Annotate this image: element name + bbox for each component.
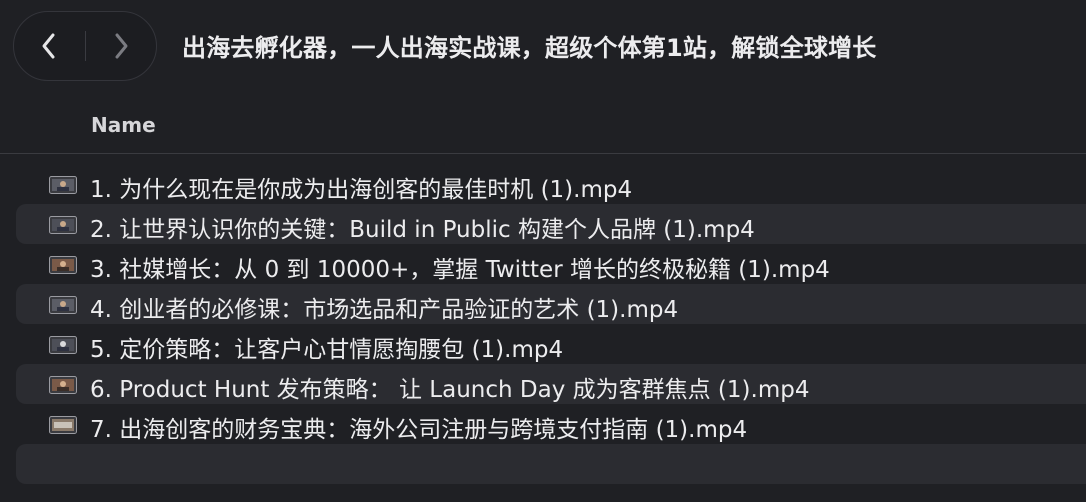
file-row[interactable]: 6. Product Hunt 发布策略： 让 Launch Day 成为客群焦… bbox=[16, 364, 1086, 404]
file-list: 1. 为什么现在是你成为出海创客的最佳时机 (1).mp4 2. 让世界认识你的… bbox=[16, 164, 1086, 484]
video-file-icon bbox=[49, 176, 77, 194]
finder-window: 出海去孵化器，一人出海实战课，超级个体第1站，解锁全球增长 Name 1. 为什… bbox=[0, 0, 1086, 502]
file-name: 4. 创业者的必修课：市场选品和产品验证的艺术 (1).mp4 bbox=[90, 297, 679, 323]
back-button[interactable] bbox=[14, 12, 85, 80]
navigation-buttons bbox=[13, 11, 157, 81]
file-row[interactable]: 5. 定价策略：让客户心甘情愿掏腰包 (1).mp4 bbox=[16, 324, 1086, 364]
window-title: 出海去孵化器，一人出海实战课，超级个体第1站，解锁全球增长 bbox=[182, 34, 877, 62]
video-file-icon bbox=[49, 216, 77, 234]
file-name: 6. Product Hunt 发布策略： 让 Launch Day 成为客群焦… bbox=[90, 377, 810, 403]
file-row[interactable]: 2. 让世界认识你的关键：Build in Public 构建个人品牌 (1).… bbox=[16, 204, 1086, 244]
chevron-left-icon bbox=[42, 33, 55, 59]
video-file-icon bbox=[49, 296, 77, 314]
file-name: 1. 为什么现在是你成为出海创客的最佳时机 (1).mp4 bbox=[90, 177, 633, 203]
file-row[interactable]: 7. 出海创客的财务宝典：海外公司注册与跨境支付指南 (1).mp4 bbox=[16, 404, 1086, 444]
video-file-icon bbox=[49, 336, 77, 354]
file-name: 7. 出海创客的财务宝典：海外公司注册与跨境支付指南 (1).mp4 bbox=[90, 417, 748, 443]
toolbar: 出海去孵化器，一人出海实战课，超级个体第1站，解锁全球增长 bbox=[0, 0, 1086, 100]
file-row[interactable]: 1. 为什么现在是你成为出海创客的最佳时机 (1).mp4 bbox=[16, 164, 1086, 204]
empty-row bbox=[16, 444, 1086, 484]
file-name: 5. 定价策略：让客户心甘情愿掏腰包 (1).mp4 bbox=[90, 337, 564, 363]
file-row[interactable]: 4. 创业者的必修课：市场选品和产品验证的艺术 (1).mp4 bbox=[16, 284, 1086, 324]
file-name: 3. 社媒增长：从 0 到 10000+，掌握 Twitter 增长的终极秘籍 … bbox=[90, 257, 830, 283]
column-header: Name bbox=[0, 100, 1086, 154]
video-file-icon bbox=[49, 256, 77, 274]
column-header-name[interactable]: Name bbox=[91, 113, 156, 137]
video-file-icon bbox=[49, 416, 77, 434]
chevron-right-icon bbox=[115, 33, 128, 59]
forward-button[interactable] bbox=[86, 12, 157, 80]
file-row[interactable]: 3. 社媒增长：从 0 到 10000+，掌握 Twitter 增长的终极秘籍 … bbox=[16, 244, 1086, 284]
video-file-icon bbox=[49, 376, 77, 394]
file-name: 2. 让世界认识你的关键：Build in Public 构建个人品牌 (1).… bbox=[90, 217, 755, 243]
